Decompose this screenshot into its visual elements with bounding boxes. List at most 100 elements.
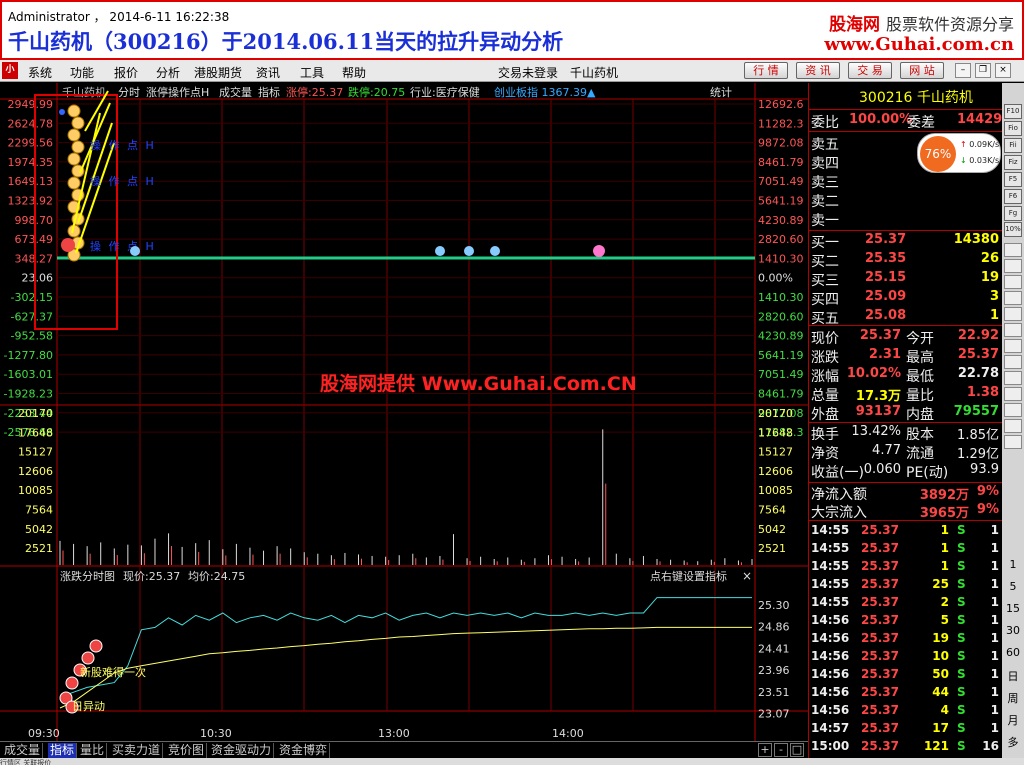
side-tool-icon[interactable]	[1004, 387, 1022, 401]
side-tool-icon[interactable]	[1004, 435, 1022, 449]
chart-control-button[interactable]: -	[774, 743, 788, 757]
subchart-close-icon[interactable]: ×	[742, 569, 752, 583]
chart-indicator-label[interactable]: 指标	[258, 85, 280, 99]
fund-flow-row: 净流入额 3892万 9%	[809, 484, 1003, 503]
fund-flow-row: 大宗流入 3965万 9%	[809, 502, 1003, 521]
price-tick-right: 11282.3	[758, 117, 804, 130]
fundamental-row: 换手 13.42% 股本 1.85亿	[809, 424, 1003, 443]
side-tool-icon[interactable]	[1004, 323, 1022, 337]
price-tick-right: 1410.30	[758, 291, 804, 304]
period-button[interactable]: 多	[1004, 734, 1022, 750]
menu-tools[interactable]: 工具	[300, 64, 324, 81]
side-tool-icon[interactable]	[1004, 291, 1022, 305]
period-button[interactable]: 周	[1004, 690, 1022, 706]
flow-pct: 9%	[976, 502, 999, 517]
period-button[interactable]: 5	[1004, 580, 1022, 593]
tick-volume: 17	[932, 721, 949, 735]
side-tool-icon[interactable]	[1004, 339, 1022, 353]
chart-control-button[interactable]: □	[790, 743, 804, 757]
side-tool-icon[interactable]: 10%	[1004, 222, 1022, 237]
menu-system[interactable]: 系统	[28, 64, 52, 81]
chart-indicator[interactable]: 涨停操作点H	[146, 85, 209, 99]
stat-label: 最高	[906, 350, 934, 366]
info-tab-button[interactable]: 资 讯	[796, 62, 840, 79]
volume-tick-left: 15127	[18, 446, 53, 459]
buy-level-row[interactable]: 买三 25.15 19	[809, 270, 1003, 289]
price-tick-left: -1928.23	[4, 388, 53, 401]
tick-price: 25.37	[861, 649, 899, 663]
side-tool-icon[interactable]: Fio	[1004, 121, 1022, 136]
menu-help[interactable]: 帮助	[342, 64, 366, 81]
tick-time: 14:55	[811, 523, 850, 537]
side-tool-icon[interactable]: Fii	[1004, 138, 1022, 153]
subchart-note-2: 日异动	[72, 700, 105, 713]
period-button[interactable]: 1	[1004, 558, 1022, 571]
volume-tick-left: 20170	[18, 407, 53, 420]
close-button[interactable]: ×	[995, 63, 1011, 78]
side-tool-icon[interactable]	[1004, 403, 1022, 417]
side-tool-icon[interactable]: F6	[1004, 189, 1022, 204]
tick-price: 25.37	[861, 721, 899, 735]
side-tool-icon[interactable]	[1004, 259, 1022, 273]
buy-level-row[interactable]: 买一 25.37 14380	[809, 232, 1003, 251]
period-button[interactable]: 月	[1004, 712, 1022, 728]
period-button[interactable]: 30	[1004, 624, 1022, 637]
app-window: Administrator ， 2014-6-11 16:22:38 千山药机（…	[0, 0, 1024, 765]
buy-level-row[interactable]: 买四 25.09 3	[809, 289, 1003, 308]
intraday-chart[interactable]: 千山药机 分时 涨停操作点H 成交量 指标 涨停:25.37 跌停:20.75 …	[0, 83, 808, 741]
buy-level-row[interactable]: 买二 25.35 26	[809, 251, 1003, 270]
period-button[interactable]: 60	[1004, 646, 1022, 659]
bottom-tab[interactable]: 资金驱动力	[209, 743, 275, 758]
tick-count: 1	[990, 577, 999, 591]
side-tool-icon[interactable]: Fiz	[1004, 155, 1022, 170]
period-button[interactable]: 15	[1004, 602, 1022, 615]
side-tool-icon[interactable]	[1004, 419, 1022, 433]
bottom-tab[interactable]: 量比	[78, 743, 108, 758]
chart-mode[interactable]: 分时	[118, 86, 140, 99]
restore-button[interactable]: ❐	[975, 63, 991, 78]
price-tick-left: 673.49	[15, 233, 54, 246]
tick-count: 1	[990, 721, 999, 735]
menu-hk-futures[interactable]: 港股期货	[194, 64, 242, 81]
side-tool-icon[interactable]: Fg	[1004, 206, 1022, 221]
signal-marker	[71, 140, 85, 154]
website-tab-button[interactable]: 网 站	[900, 62, 944, 79]
menu-info[interactable]: 资讯	[256, 64, 280, 81]
bottom-tab[interactable]: 竞价图	[166, 743, 208, 758]
side-tool-icon[interactable]: F5	[1004, 172, 1022, 187]
side-tool-icon[interactable]	[1004, 371, 1022, 385]
side-tool-icon[interactable]	[1004, 243, 1022, 257]
period-button[interactable]: 日	[1004, 668, 1022, 684]
tick-side: S	[957, 577, 966, 591]
menu-quote[interactable]: 报价	[114, 64, 138, 81]
buy-level-row[interactable]: 买五 25.08 1	[809, 308, 1003, 327]
chart-control-button[interactable]: +	[758, 743, 772, 757]
tick-side: S	[957, 541, 966, 555]
side-tool-icon[interactable]	[1004, 307, 1022, 321]
weibi-value: 100.00%	[849, 112, 913, 127]
tick-count: 1	[990, 559, 999, 573]
login-status[interactable]: 交易未登录	[498, 64, 558, 81]
bottom-tab[interactable]: 资金博弈	[277, 743, 331, 758]
side-tool-icon[interactable]	[1004, 355, 1022, 369]
menu-analysis[interactable]: 分析	[156, 64, 180, 81]
trade-tab-button[interactable]: 交 易	[848, 62, 892, 79]
menu-function[interactable]: 功能	[70, 64, 94, 81]
tick-time: 14:56	[811, 631, 850, 645]
buy-level-price: 25.37	[865, 232, 907, 247]
price-tick-left: -627.37	[11, 310, 53, 323]
volume-tick-right: 12606	[758, 465, 793, 478]
price-tick-right: 2820.60	[758, 310, 804, 323]
side-tool-icon[interactable]: F10	[1004, 104, 1022, 119]
side-tool-icon[interactable]	[1004, 275, 1022, 289]
chart-volume-label[interactable]: 成交量	[219, 85, 252, 99]
bottom-tab[interactable]: 指标	[48, 743, 78, 758]
minimize-button[interactable]: –	[955, 63, 971, 78]
price-tick-right: 4230.89	[758, 330, 804, 343]
bottom-tab[interactable]: 成交量	[2, 743, 44, 758]
stat-label: 外盘	[811, 407, 839, 423]
bottom-tab[interactable]: 买卖力道	[110, 743, 164, 758]
app-logo-icon[interactable]: 小	[2, 62, 18, 79]
quote-tab-button[interactable]: 行 情	[744, 62, 788, 79]
stats-button[interactable]: 统计	[710, 86, 732, 99]
